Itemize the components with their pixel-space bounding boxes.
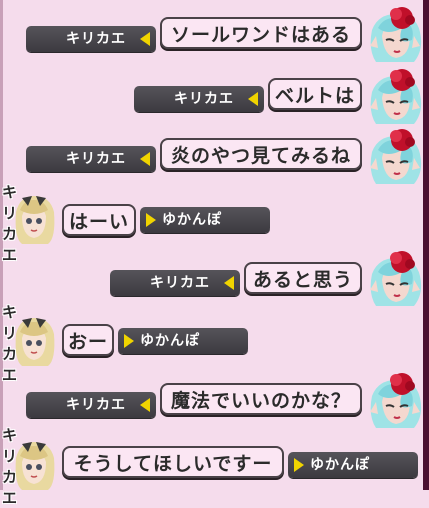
message-bubble: 炎のやつ見てみるね	[160, 138, 362, 170]
speaker-name: ゆかんぽ	[162, 212, 222, 228]
message-bubble: ベルトは	[268, 78, 362, 110]
name-plate: キリカエ	[110, 270, 240, 296]
speaker-name: キリカエ	[66, 151, 126, 167]
speaker-name: キリカエ	[66, 397, 126, 413]
avatar-yukanpo-icon	[8, 192, 60, 244]
name-plate: キリカエ	[26, 146, 156, 172]
pointer-icon	[124, 334, 134, 348]
name-plate: キリカエ	[26, 26, 156, 52]
name-plate: ゆかんぽ	[118, 328, 248, 354]
pointer-icon	[146, 213, 156, 227]
message-bubble: そうしてほしいですー	[62, 446, 284, 478]
avatar-kirikae-icon	[366, 68, 424, 126]
pointer-icon	[140, 398, 150, 412]
message-bubble: あると思う	[244, 262, 362, 294]
pointer-icon	[248, 92, 258, 106]
speaker-name: ゆかんぽ	[310, 457, 370, 473]
speaker-name: キリカエ	[174, 91, 234, 107]
avatar-yukanpo-icon	[8, 314, 60, 366]
speaker-name: キリカエ	[150, 275, 210, 291]
message-bubble: ソールワンドはある	[160, 17, 362, 49]
speaker-name: ゆかんぽ	[140, 333, 200, 349]
avatar-kirikae-icon	[366, 250, 424, 308]
avatar-kirikae-icon	[366, 128, 424, 186]
speaker-name: キリカエ	[66, 31, 126, 47]
pointer-icon	[294, 458, 304, 472]
pointer-icon	[140, 152, 150, 166]
name-plate: ゆかんぽ	[288, 452, 418, 478]
message-bubble: 魔法でいいのかな？	[160, 383, 362, 415]
avatar-kirikae-icon	[366, 6, 424, 64]
pointer-icon	[140, 32, 150, 46]
name-plate: キリカエ	[26, 392, 156, 418]
name-plate: ゆかんぽ	[140, 207, 270, 233]
avatar-kirikae-icon	[366, 372, 424, 430]
pointer-icon	[224, 276, 234, 290]
avatar-yukanpo-icon	[8, 438, 60, 490]
message-bubble: おー	[62, 324, 114, 356]
message-bubble: はーい	[62, 204, 136, 236]
name-plate: キリカエ	[134, 86, 264, 112]
